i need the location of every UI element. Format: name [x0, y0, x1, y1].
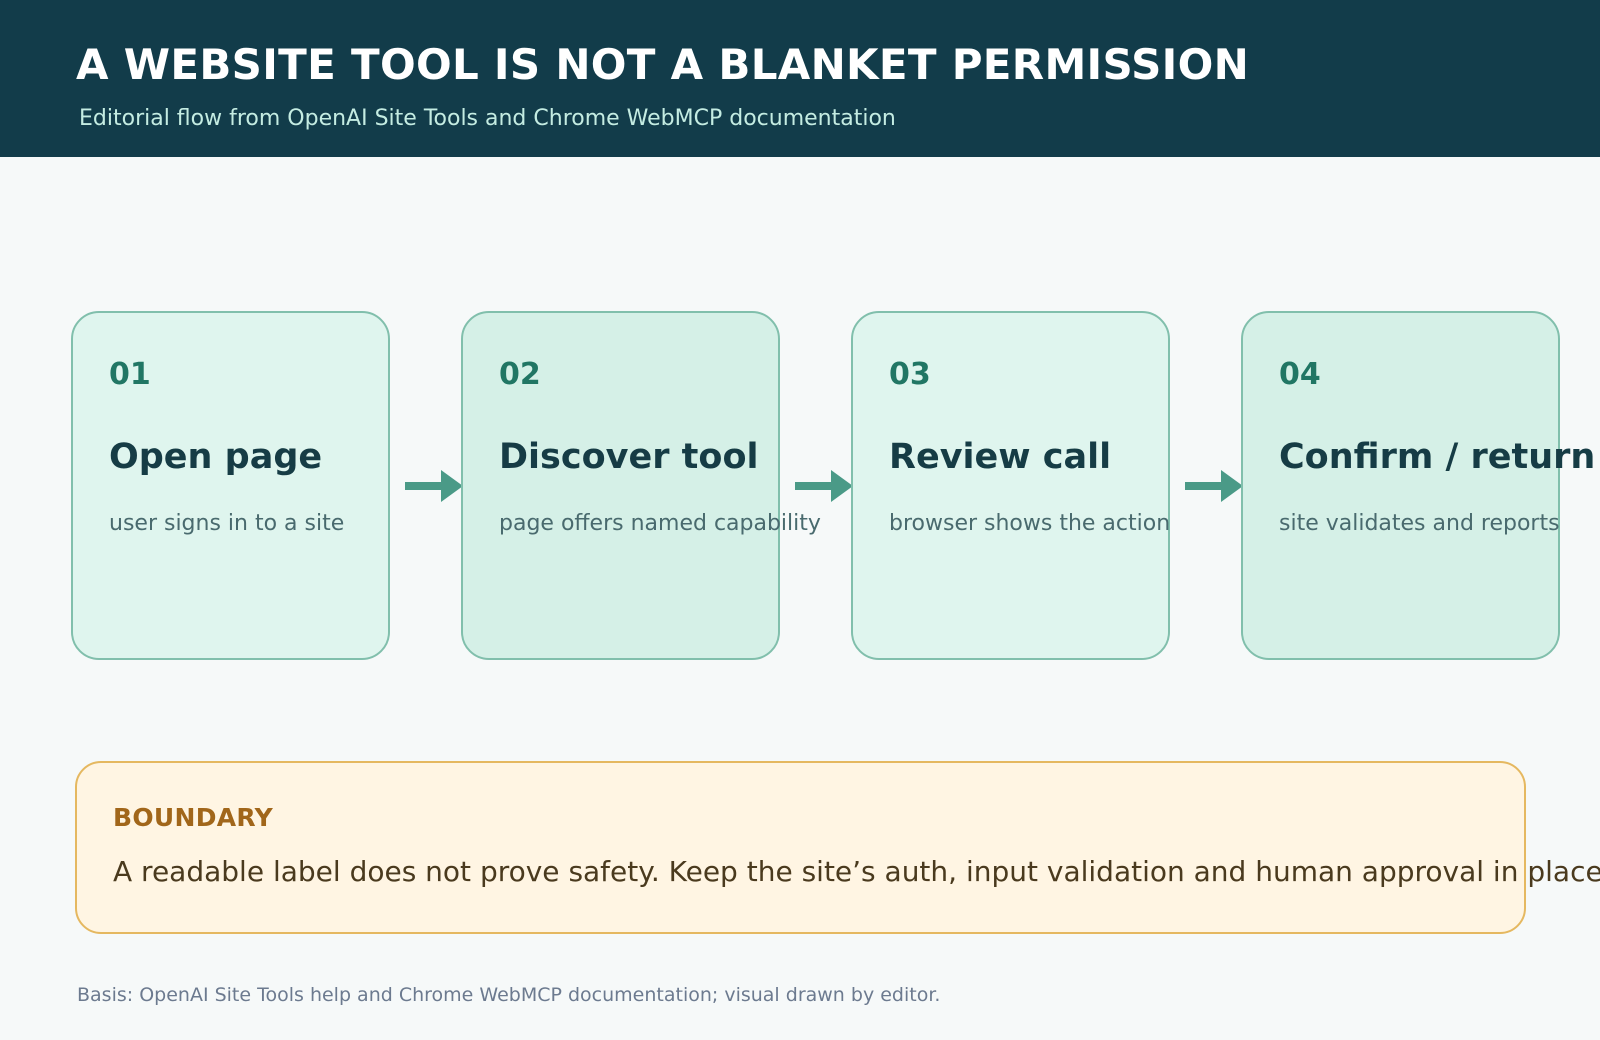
step-card-open-page: 01 Open page user signs in to a site	[71, 311, 390, 660]
arrow-right-icon	[1185, 470, 1243, 502]
header-banner: A WEBSITE TOOL IS NOT A BLANKET PERMISSI…	[0, 0, 1600, 157]
step-number: 02	[499, 357, 541, 392]
step-description: user signs in to a site	[109, 511, 345, 536]
step-number: 03	[889, 357, 931, 392]
step-title: Discover tool	[499, 437, 759, 477]
step-card-review-call: 03 Review call browser shows the action	[851, 311, 1170, 660]
page-subtitle: Editorial flow from OpenAI Site Tools an…	[79, 106, 896, 131]
step-title: Review call	[889, 437, 1112, 477]
step-title: Open page	[109, 437, 323, 477]
step-description: page offers named capability	[499, 511, 821, 536]
step-card-discover-tool: 02 Discover tool page offers named capab…	[461, 311, 821, 660]
step-title: Confirm / return	[1279, 437, 1596, 477]
arrow-right-icon	[795, 470, 853, 502]
step-number: 04	[1279, 357, 1321, 392]
boundary-label: BOUNDARY	[113, 803, 274, 832]
source-note: Basis: OpenAI Site Tools help and Chrome…	[77, 984, 941, 1006]
flow-diagram: A WEBSITE TOOL IS NOT A BLANKET PERMISSI…	[0, 0, 1600, 1040]
step-description: browser shows the action	[889, 511, 1171, 536]
boundary-text: A readable label does not prove safety. …	[113, 855, 1600, 888]
page-title: A WEBSITE TOOL IS NOT A BLANKET PERMISSI…	[76, 40, 1250, 89]
step-card-confirm-return: 04 Confirm / return site validates and r…	[1241, 311, 1595, 660]
boundary-callout: BOUNDARY A readable label does not prove…	[75, 761, 1600, 934]
arrow-right-icon	[405, 470, 463, 502]
step-description: site validates and reports	[1279, 511, 1560, 536]
step-number: 01	[109, 357, 151, 392]
